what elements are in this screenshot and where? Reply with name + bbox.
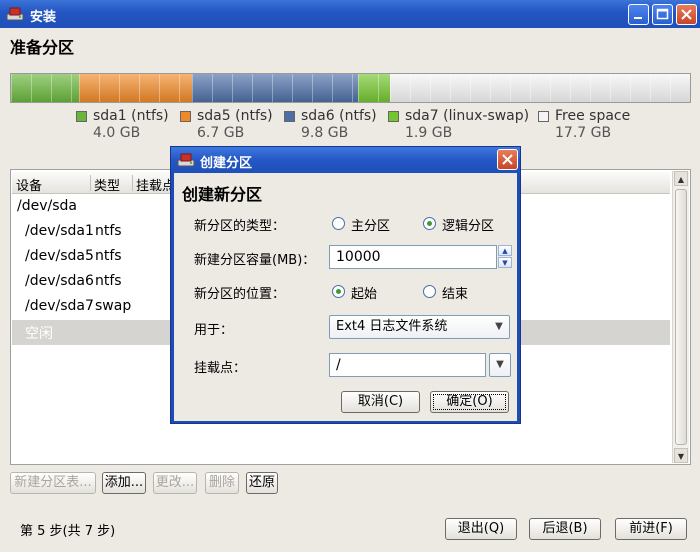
new-partition-table-button[interactable]: 新建分区表...	[10, 472, 96, 494]
minimize-button[interactable]	[628, 4, 649, 25]
chevron-down-icon: ▼	[496, 359, 504, 370]
step-indicator: 第 5 步(共 7 步)	[20, 524, 116, 539]
back-button[interactable]: 后退(B)	[529, 518, 601, 540]
use-as-select[interactable]: Ext4 日志文件系统 ▼	[329, 315, 510, 339]
installer-window: 安装 准备分区 sda1 (ntfs) 4.0 GB sda5 (ntfs) 6…	[0, 0, 700, 552]
row-device: /dev/sda7	[25, 298, 94, 314]
legend-size: 17.7 GB	[555, 125, 612, 141]
legend-size: 6.7 GB	[197, 125, 245, 141]
legend-swatch	[538, 111, 549, 122]
chevron-down-icon: ▼	[495, 321, 503, 332]
scroll-down-icon[interactable]: ▼	[674, 448, 688, 463]
disk-usage-bar	[10, 73, 691, 103]
column-header-type[interactable]: 类型	[94, 175, 120, 194]
add-partition-button[interactable]: 添加...	[102, 472, 146, 494]
change-partition-button[interactable]: 更改...	[153, 472, 197, 494]
drive-icon	[6, 7, 24, 21]
radio-primary[interactable]	[332, 217, 345, 230]
dialog-heading: 创建新分区	[182, 185, 263, 204]
legend-swatch	[76, 111, 87, 122]
radio-logical-label[interactable]: 逻辑分区	[442, 215, 494, 234]
legend-size: 9.8 GB	[301, 125, 349, 141]
minimize-icon	[634, 17, 642, 19]
quit-button[interactable]: 退出(Q)	[445, 518, 517, 540]
disk-segment-sda6	[192, 74, 359, 102]
column-header-device[interactable]: 设备	[16, 175, 42, 194]
legend-size: 1.9 GB	[405, 125, 453, 141]
radio-end[interactable]	[423, 285, 436, 298]
legend-label: sda6 (ntfs)	[301, 108, 377, 124]
table-scrollbar[interactable]: ▲ ▼	[672, 171, 689, 463]
partition-type-label: 新分区的类型：	[194, 219, 286, 234]
mount-point-label: 挂载点：	[194, 361, 247, 376]
disk-segment-sda7	[358, 74, 391, 102]
row-type: ntfs	[95, 273, 122, 289]
page-title: 准备分区	[10, 38, 75, 57]
radio-primary-label[interactable]: 主分区	[351, 215, 390, 234]
revert-button[interactable]: 还原	[246, 472, 278, 494]
mount-point-input[interactable]: /	[329, 353, 486, 377]
legend-size: 4.0 GB	[93, 125, 141, 141]
legend-swatch	[284, 111, 295, 122]
mount-point-dropdown[interactable]: ▼	[489, 353, 511, 377]
legend-label: sda5 (ntfs)	[197, 108, 273, 124]
scroll-thumb[interactable]	[675, 189, 687, 445]
create-partition-dialog: 创建分区 创建新分区 新分区的类型： 主分区 逻辑分区 新建分区容量(MB)： …	[170, 146, 521, 424]
maximize-icon	[656, 8, 669, 20]
row-type: ntfs	[95, 223, 122, 239]
scroll-up-icon[interactable]: ▲	[674, 171, 688, 186]
close-button[interactable]	[676, 4, 697, 25]
forward-button[interactable]: 前进(F)	[615, 518, 687, 540]
radio-begin-label[interactable]: 起始	[351, 283, 377, 302]
close-icon	[502, 154, 513, 165]
legend-label: sda1 (ntfs)	[93, 108, 169, 124]
disk-segment-sda5	[78, 74, 193, 102]
legend-swatch	[388, 111, 399, 122]
use-as-label: 用于：	[194, 323, 234, 338]
spin-up-icon[interactable]: ▲	[498, 245, 512, 256]
legend-label: Free space	[555, 108, 631, 124]
cancel-button[interactable]: 取消(C)	[341, 391, 420, 413]
dialog-title: 创建分区	[200, 156, 253, 171]
radio-end-label[interactable]: 结束	[442, 283, 468, 302]
use-as-value: Ext4 日志文件系统	[336, 319, 448, 334]
close-icon	[681, 9, 692, 20]
row-device: 空闲	[25, 326, 53, 342]
drive-icon	[177, 153, 195, 167]
partition-size-label: 新建分区容量(MB)：	[194, 253, 316, 268]
dialog-close-button[interactable]	[497, 149, 518, 170]
partition-location-label: 新分区的位置：	[194, 287, 286, 302]
row-type: ntfs	[95, 248, 122, 264]
row-device: /dev/sda5	[25, 248, 94, 264]
radio-begin[interactable]	[332, 285, 345, 298]
maximize-button[interactable]	[652, 4, 673, 25]
delete-partition-button[interactable]: 删除	[205, 472, 239, 494]
row-device: /dev/sda1	[25, 223, 94, 239]
row-type: swap	[95, 298, 132, 314]
window-title: 安装	[30, 10, 57, 25]
dialog-titlebar[interactable]: 创建分区	[171, 147, 520, 173]
row-device: /dev/sda6	[25, 273, 94, 289]
partition-size-input[interactable]: 10000	[329, 245, 497, 269]
dialog-body: 创建新分区 新分区的类型： 主分区 逻辑分区 新建分区容量(MB)： 10000…	[174, 173, 517, 421]
window-titlebar[interactable]: 安装	[0, 0, 700, 28]
legend-swatch	[180, 111, 191, 122]
disk-segment-sda1	[11, 74, 79, 102]
disk-segment-free	[390, 74, 690, 102]
row-device: /dev/sda	[17, 198, 77, 214]
spin-down-icon[interactable]: ▼	[498, 257, 512, 268]
radio-logical[interactable]	[423, 217, 436, 230]
ok-button[interactable]: 确定(O)	[430, 391, 509, 413]
legend-label: sda7 (linux-swap)	[405, 108, 530, 124]
